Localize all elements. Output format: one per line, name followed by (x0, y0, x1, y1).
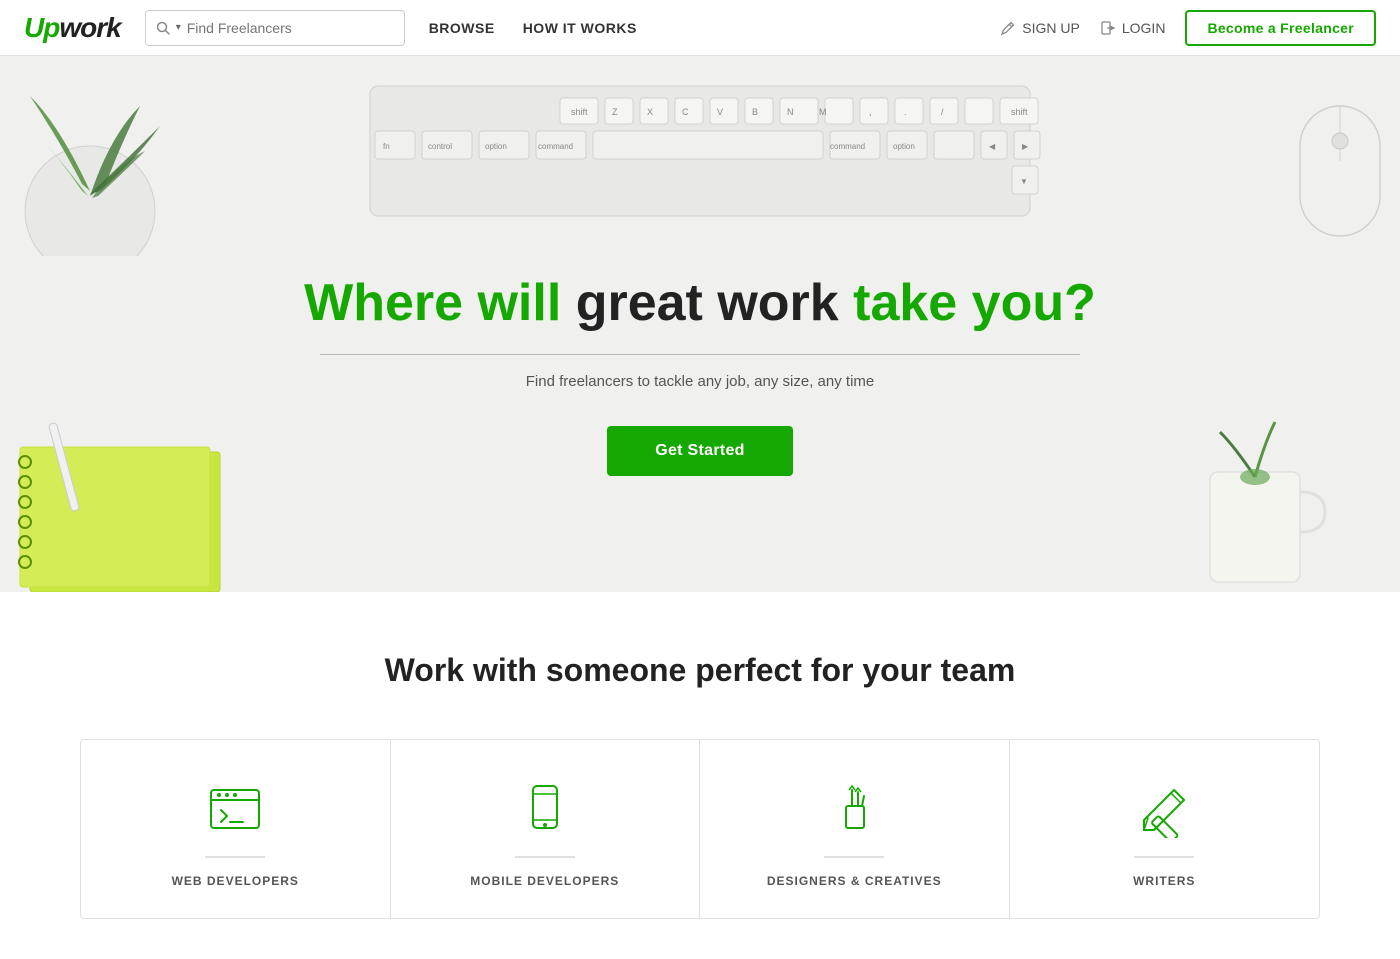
hero-headline: Where will great work take you? (304, 272, 1096, 334)
svg-text:Z: Z (612, 107, 618, 117)
nav-how-it-works[interactable]: HOW IT WORKS (523, 20, 637, 36)
svg-text:X: X (647, 107, 653, 117)
search-input[interactable] (187, 20, 394, 36)
hero-divider (320, 354, 1080, 355)
hero-content: Where will great work take you? Find fre… (304, 272, 1096, 476)
svg-text:command: command (830, 142, 865, 151)
search-icon (156, 21, 170, 35)
svg-text:▼: ▼ (1020, 177, 1028, 186)
svg-text:option: option (893, 142, 915, 151)
category-web-developers[interactable]: WEB DEVELOPERS (81, 740, 391, 918)
svg-text:▶: ▶ (1022, 142, 1029, 151)
writers-icon (1134, 780, 1194, 840)
notebook-decoration (0, 392, 240, 592)
mobile-dev-label: MOBILE DEVELOPERS (470, 874, 619, 888)
svg-text:command: command (538, 142, 573, 151)
pencil-icon (1000, 20, 1016, 36)
web-dev-label: WEB DEVELOPERS (172, 874, 299, 888)
headline-where-will: Where will (304, 274, 576, 332)
login-button[interactable]: LOGIN (1100, 20, 1166, 36)
svg-text:,: , (869, 107, 872, 117)
mobile-dev-divider (515, 856, 575, 858)
svg-text:fn: fn (383, 142, 390, 151)
svg-text:B: B (752, 107, 758, 117)
svg-text:shift: shift (571, 107, 588, 117)
logo[interactable]: Upwork (24, 12, 121, 44)
navbar: Upwork ▾ BROWSE HOW IT WORKS SIGN UP (0, 0, 1400, 56)
svg-text:control: control (428, 142, 452, 151)
category-designers[interactable]: DESIGNERS & CREATIVES (700, 740, 1010, 918)
headline-take-you: take you? (839, 274, 1096, 332)
lower-section: Work with someone perfect for your team … (0, 592, 1400, 959)
plant-decoration (0, 56, 230, 256)
web-dev-divider (205, 856, 265, 858)
designers-icon (824, 780, 884, 840)
svg-text:shift: shift (1011, 107, 1028, 117)
signup-label: SIGN UP (1022, 20, 1080, 36)
keyboard-decoration: shift Z X C V B N M , . / shift (340, 56, 1060, 226)
svg-text:M: M (819, 107, 827, 117)
mobile-dev-icon (515, 780, 575, 840)
svg-text:N: N (787, 107, 794, 117)
hero-subtitle: Find freelancers to tackle any job, any … (304, 373, 1096, 390)
coffee-decoration (1180, 412, 1340, 592)
search-bar[interactable]: ▾ (145, 10, 405, 46)
svg-text:C: C (682, 107, 689, 117)
login-label: LOGIN (1122, 20, 1166, 36)
get-started-button[interactable]: Get Started (607, 426, 793, 476)
svg-text:option: option (485, 142, 507, 151)
svg-text:.: . (904, 107, 907, 117)
search-chevron-icon: ▾ (176, 22, 181, 33)
hero-section: shift Z X C V B N M , . / shift (0, 56, 1400, 592)
designers-label: DESIGNERS & CREATIVES (767, 874, 942, 888)
signup-button[interactable]: SIGN UP (1000, 20, 1080, 36)
lower-title: Work with someone perfect for your team (80, 652, 1320, 689)
svg-text:V: V (717, 107, 723, 117)
category-mobile-developers[interactable]: MOBILE DEVELOPERS (391, 740, 701, 918)
writers-label: WRITERS (1133, 874, 1195, 888)
nav-browse[interactable]: BROWSE (429, 20, 495, 36)
become-freelancer-button[interactable]: Become a Freelancer (1185, 10, 1376, 46)
designers-divider (824, 856, 884, 858)
category-grid: WEB DEVELOPERS MOBILE DEVELOPERS (80, 739, 1320, 919)
writers-divider (1134, 856, 1194, 858)
svg-text:◀: ◀ (989, 142, 996, 151)
nav-links: BROWSE HOW IT WORKS (429, 20, 637, 36)
nav-right: SIGN UP LOGIN Become a Freelancer (1000, 10, 1376, 46)
mouse-decoration (1220, 86, 1400, 286)
headline-great-work: great work (576, 274, 839, 332)
login-icon (1100, 20, 1116, 36)
web-dev-icon (205, 780, 265, 840)
category-writers[interactable]: WRITERS (1010, 740, 1320, 918)
